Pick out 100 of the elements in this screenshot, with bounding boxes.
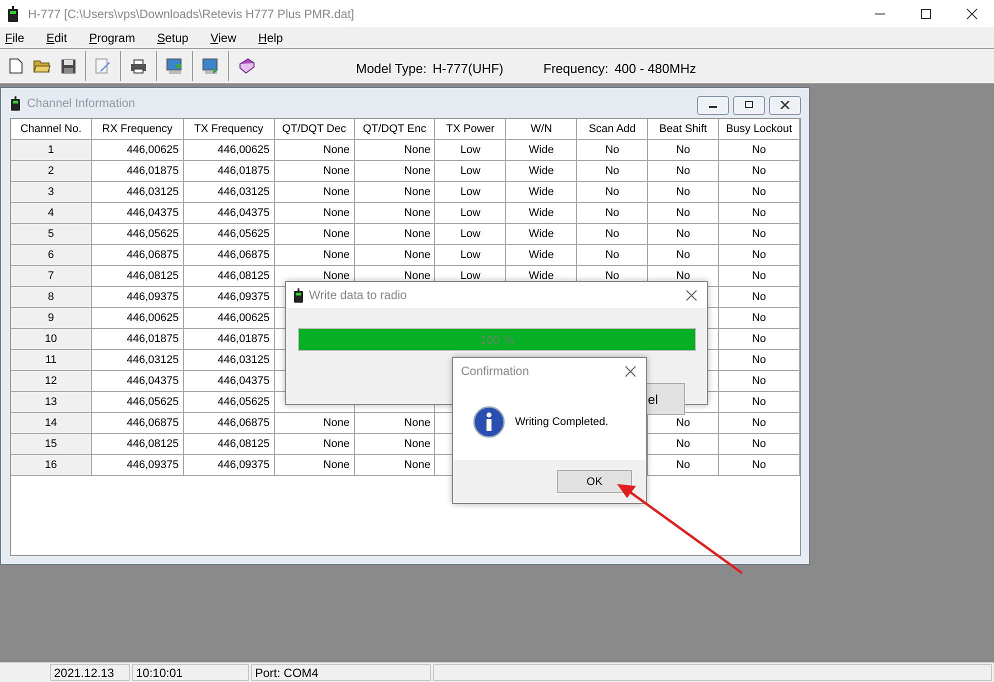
table-cell: 446,01875 <box>92 329 184 350</box>
table-cell: 13 <box>11 392 92 413</box>
radio-icon <box>294 288 303 302</box>
table-cell: Wide <box>506 203 578 224</box>
column-header[interactable]: QT/DQT Dec <box>274 119 355 140</box>
edit-icon[interactable] <box>95 58 111 74</box>
table-cell: 446,05625 <box>184 392 275 413</box>
table-cell: None <box>274 455 355 476</box>
column-header[interactable]: TX Frequency <box>184 119 275 140</box>
table-cell: 10 <box>11 329 92 350</box>
table-cell: No <box>719 266 800 287</box>
print-icon[interactable] <box>130 58 147 74</box>
table-cell: No <box>719 434 800 455</box>
column-header[interactable]: Busy Lockout <box>719 119 800 140</box>
table-cell: No <box>719 455 800 476</box>
table-cell: None <box>354 413 436 434</box>
table-cell: 12 <box>11 371 92 392</box>
table-cell: Low <box>435 224 506 245</box>
table-cell: None <box>274 140 355 161</box>
table-cell: Wide <box>506 245 578 266</box>
column-header[interactable]: W/N <box>506 119 578 140</box>
close-button[interactable] <box>769 96 801 114</box>
table-cell: None <box>274 203 355 224</box>
table-cell: No <box>719 161 800 182</box>
save-icon[interactable] <box>61 58 76 74</box>
dialog-title: Confirmation <box>461 364 530 378</box>
table-cell: None <box>354 245 436 266</box>
close-icon[interactable] <box>966 8 978 20</box>
frequency-value: 400 - 480MHz <box>614 60 696 76</box>
menu-item[interactable]: File <box>5 30 24 44</box>
table-cell: 446,06875 <box>184 245 275 266</box>
new-file-icon[interactable] <box>9 58 23 74</box>
table-cell: No <box>648 224 720 245</box>
table-cell: None <box>354 434 436 455</box>
table-cell: 8 <box>11 287 92 308</box>
status-field: Port: COM4 <box>251 664 431 681</box>
table-cell: 446,01875 <box>184 161 275 182</box>
table-cell: No <box>719 371 800 392</box>
status-field: 2021.12.13 <box>50 664 130 681</box>
menu-item[interactable]: Setup <box>157 30 188 44</box>
table-cell: 446,08125 <box>184 266 275 287</box>
close-icon[interactable] <box>686 290 697 300</box>
column-header[interactable]: Beat Shift <box>648 119 720 140</box>
table-cell: 446,08125 <box>92 266 184 287</box>
table-cell: No <box>719 392 800 413</box>
table-cell: 3 <box>11 182 92 203</box>
table-cell: No <box>719 182 800 203</box>
table-cell: No <box>648 434 720 455</box>
progress-text: 100 % <box>480 332 514 346</box>
table-cell: Low <box>435 140 506 161</box>
maximize-icon[interactable] <box>920 8 932 20</box>
menu-item[interactable]: Edit <box>46 30 68 44</box>
table-cell: No <box>719 224 800 245</box>
menu-item[interactable]: Program <box>89 30 136 44</box>
table-cell: 446,04375 <box>184 203 275 224</box>
table-cell: 4 <box>11 203 92 224</box>
table-cell: 16 <box>11 455 92 476</box>
table-cell: 2 <box>11 161 92 182</box>
book-icon[interactable] <box>238 58 255 74</box>
open-folder-icon[interactable] <box>33 59 51 73</box>
table-cell: No <box>577 203 648 224</box>
table-cell: Low <box>435 161 506 182</box>
table-cell: 446,01875 <box>184 329 275 350</box>
table-cell: 446,00625 <box>184 308 275 329</box>
menu-item[interactable]: Help <box>258 30 283 44</box>
close-icon[interactable] <box>625 366 636 376</box>
table-cell: 446,06875 <box>92 413 184 434</box>
table-cell: No <box>577 140 648 161</box>
table-cell: No <box>719 329 800 350</box>
model-type-value: H-777(UHF) <box>432 60 504 76</box>
restore-button[interactable] <box>733 96 765 114</box>
table-cell: 446,08125 <box>184 434 275 455</box>
column-header[interactable]: Channel No. <box>11 119 92 140</box>
minimize-button[interactable] <box>697 96 729 114</box>
table-cell: 446,06875 <box>184 413 275 434</box>
column-header[interactable]: Scan Add <box>577 119 648 140</box>
table-cell: 446,04375 <box>92 371 184 392</box>
table-cell: None <box>274 161 355 182</box>
table-cell: No <box>719 140 800 161</box>
table-cell: No <box>719 245 800 266</box>
table-cell: 11 <box>11 350 92 371</box>
table-cell: 9 <box>11 308 92 329</box>
dialog-title: Write data to radio <box>309 288 407 302</box>
ok-button[interactable]: OK <box>557 470 632 493</box>
close-icon <box>780 101 790 109</box>
column-header[interactable]: QT/DQT Enc <box>354 119 436 140</box>
monitor-icon[interactable] <box>166 58 183 74</box>
table-cell: None <box>354 140 436 161</box>
column-header[interactable]: RX Frequency <box>92 119 184 140</box>
monitor-icon[interactable] <box>202 58 219 74</box>
menu-item[interactable]: View <box>210 30 236 44</box>
column-header[interactable]: TX Power <box>435 119 506 140</box>
table-cell: 446,05625 <box>92 392 184 413</box>
table-cell: 446,09375 <box>92 287 184 308</box>
table-cell: None <box>354 182 436 203</box>
table-cell: No <box>577 224 648 245</box>
table-cell: Wide <box>506 182 578 203</box>
table-cell: No <box>719 287 800 308</box>
table-cell: 7 <box>11 266 92 287</box>
table-cell: 446,09375 <box>92 455 184 476</box>
